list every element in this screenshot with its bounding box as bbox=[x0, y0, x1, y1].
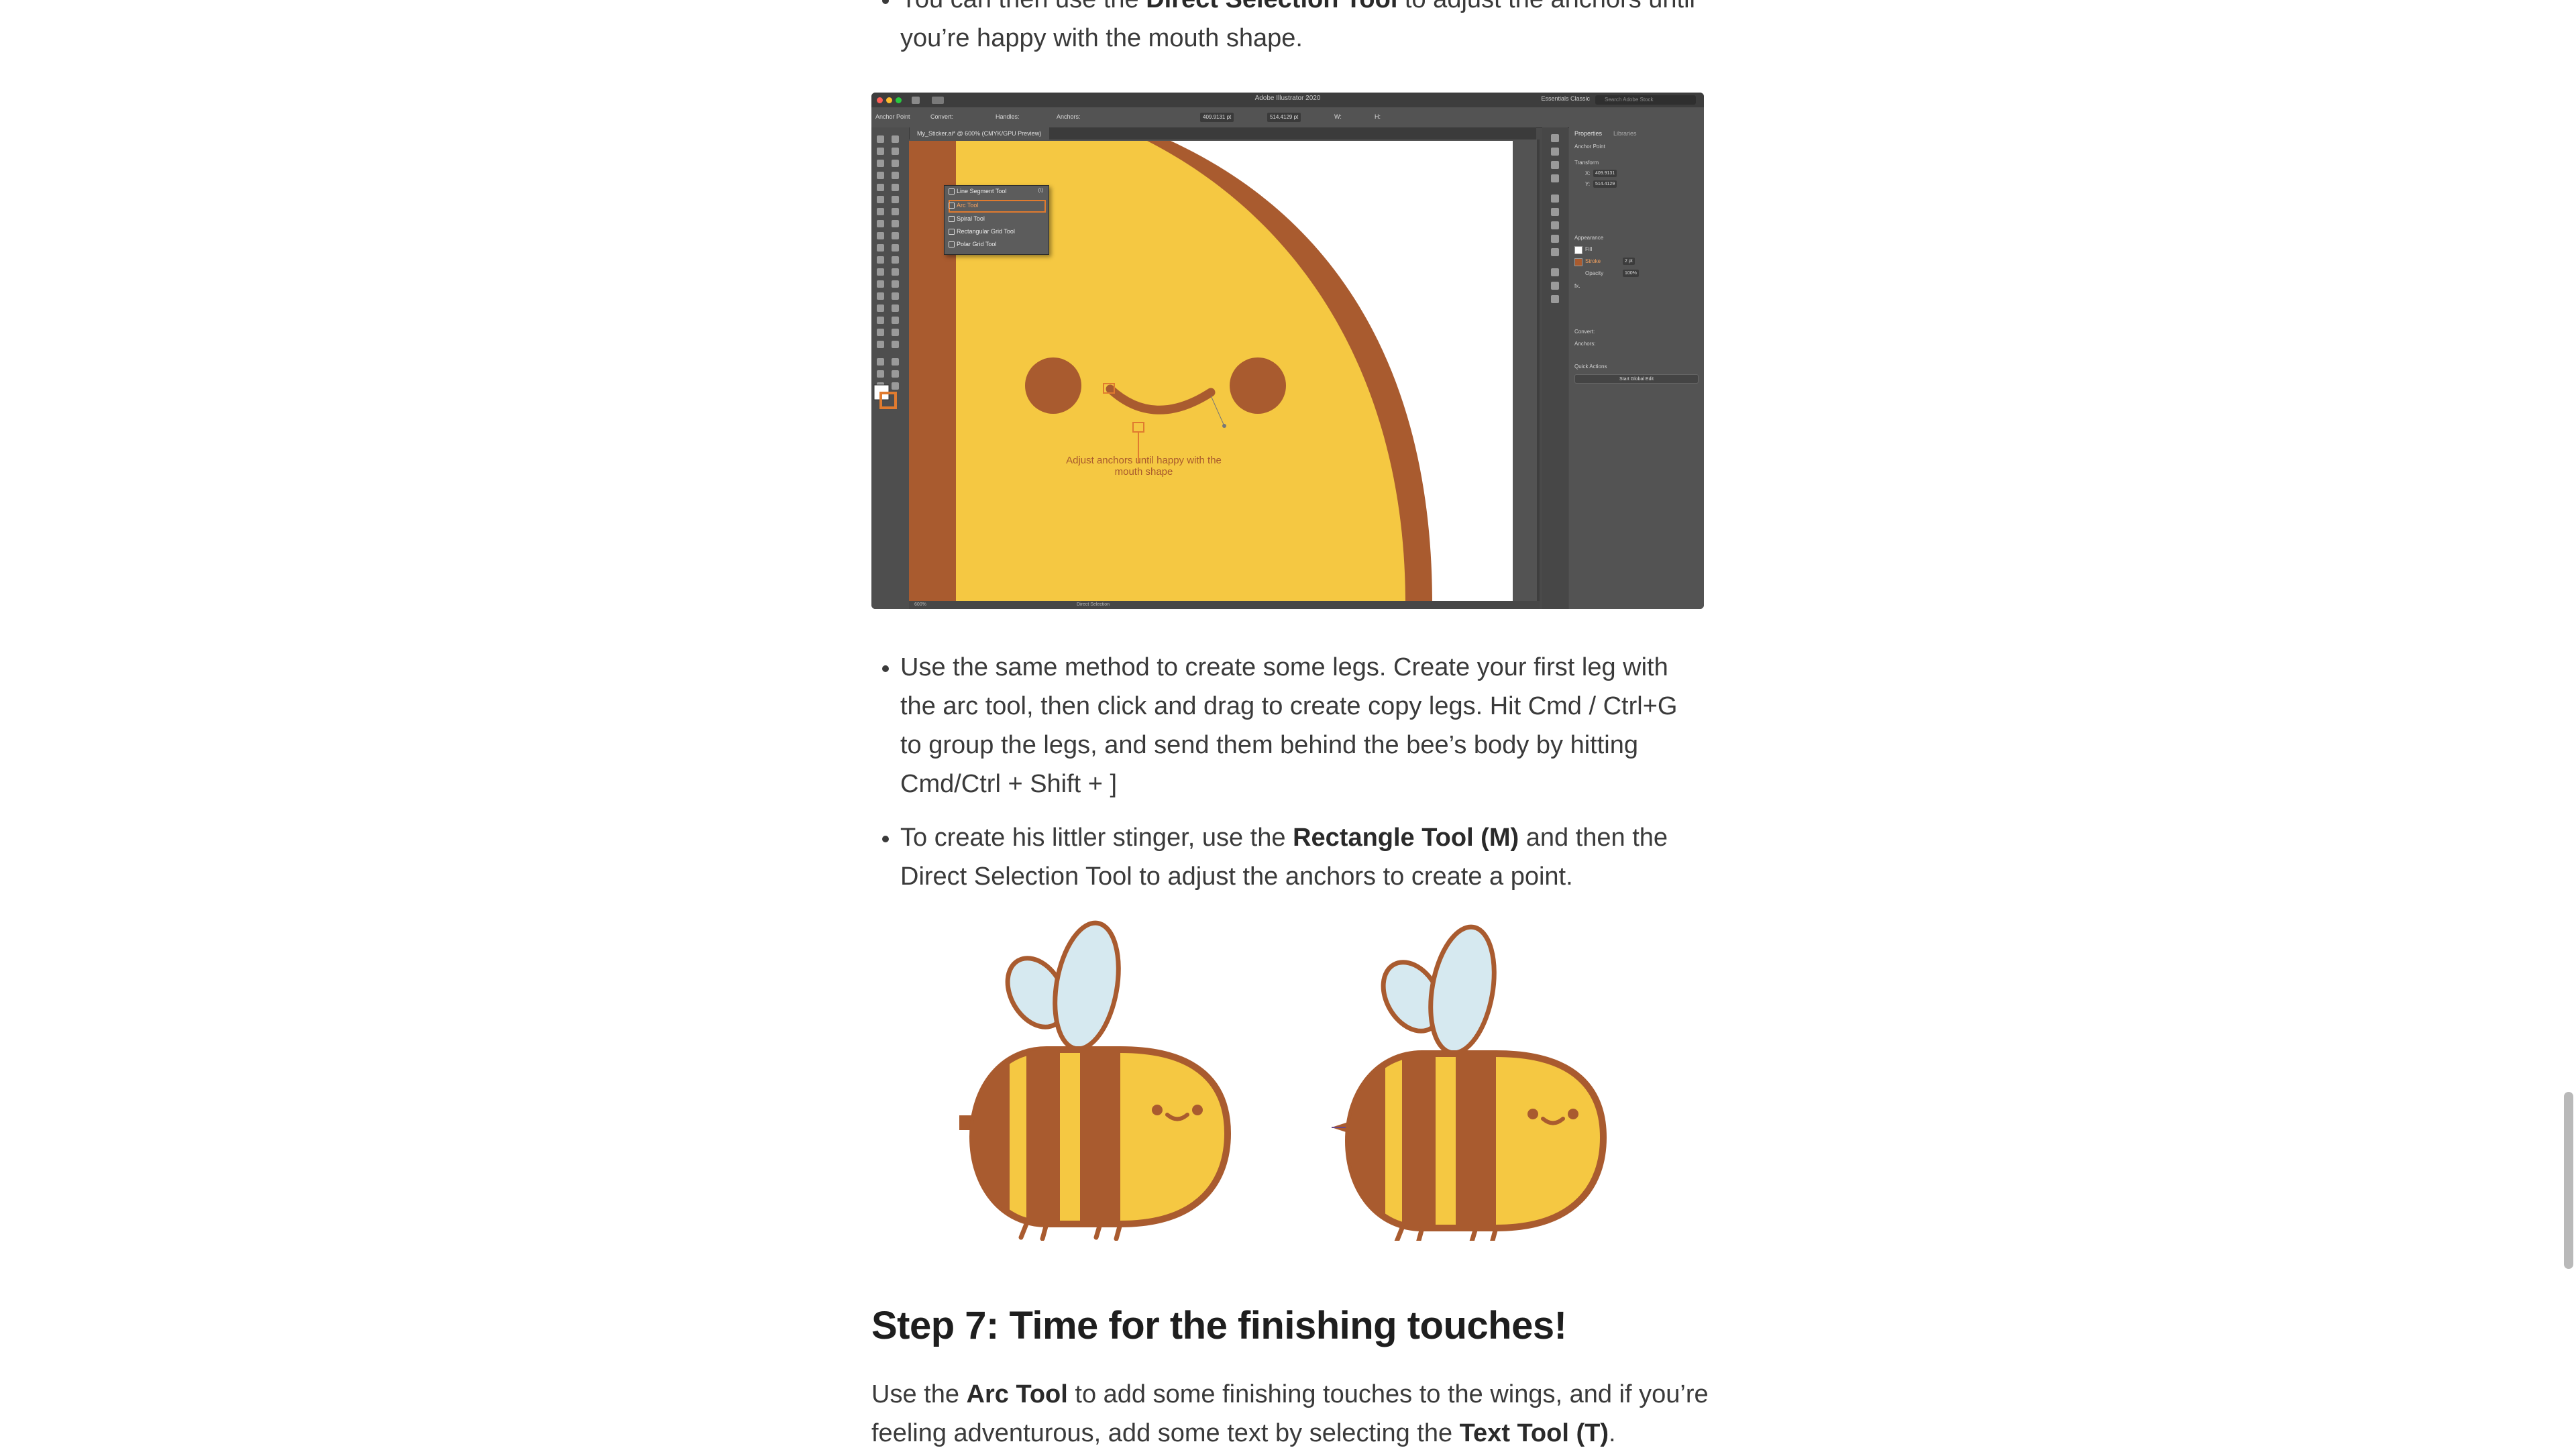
bee-left bbox=[959, 920, 1232, 1241]
list-item-bold: Direct Selection Tool bbox=[1146, 0, 1397, 13]
bullet-list-mid: Use the same method to create some legs.… bbox=[900, 648, 1705, 911]
canvas-scrollbar bbox=[1537, 140, 1540, 609]
section-paragraph: Use the Arc Tool to add some finishing t… bbox=[871, 1375, 1710, 1448]
stock-search-input: Search Adobe Stock bbox=[1595, 95, 1696, 105]
rectangular-grid-icon bbox=[949, 229, 955, 235]
list-item-text: Use the same method to create some legs.… bbox=[900, 653, 1678, 798]
paragraph-bold: Text Tool (T) bbox=[1459, 1419, 1609, 1447]
flyout-shortcut: (\) bbox=[1038, 187, 1043, 193]
h-label: H: bbox=[1375, 113, 1381, 120]
list-item: To create his littler stinger, use the R… bbox=[900, 818, 1705, 896]
panel-transform-heading: Transform bbox=[1574, 160, 1599, 166]
flyout-item-arc[interactable]: Arc Tool bbox=[957, 200, 978, 211]
panel-opacity-label: Opacity bbox=[1585, 270, 1604, 276]
y-field: 514.4129 pt bbox=[1267, 113, 1301, 122]
paragraph-text: . bbox=[1608, 1419, 1616, 1447]
tab-properties[interactable]: Properties bbox=[1574, 130, 1602, 137]
tools-panel bbox=[871, 127, 910, 609]
bullet-list-top: You can then use the Direct Selection To… bbox=[900, 0, 1705, 58]
section-heading: Step 7: Time for the finishing touches! bbox=[871, 1304, 1567, 1347]
status-zoom: 600% bbox=[914, 602, 926, 607]
panel-stroke-field[interactable]: 2 pt bbox=[1623, 258, 1635, 265]
status-tool: Direct Selection bbox=[1077, 602, 1110, 607]
panel-y-label: Y: bbox=[1585, 181, 1591, 187]
anchors-label: Anchors: bbox=[1057, 113, 1081, 120]
handles-label: Handles: bbox=[996, 113, 1020, 120]
bee-pair-art bbox=[959, 920, 1607, 1245]
fill-swatch-icon[interactable] bbox=[1574, 246, 1582, 254]
panel-convert: Convert: bbox=[1574, 329, 1595, 335]
illustrator-screenshot: Adobe Illustrator 2020 Essentials Classi… bbox=[871, 93, 1704, 609]
list-item-bold: Rectangle Tool (M) bbox=[1293, 824, 1519, 852]
list-item-text: To create his littler stinger, use the bbox=[900, 824, 1293, 852]
line-segment-icon bbox=[949, 188, 955, 194]
panel-stroke-label: Stroke bbox=[1585, 258, 1601, 264]
panel-fill-label: Fill bbox=[1585, 246, 1593, 252]
tool-icons bbox=[873, 135, 899, 409]
panel-fx[interactable]: fx. bbox=[1574, 283, 1580, 289]
scrollbar-thumb[interactable] bbox=[2564, 1092, 2573, 1269]
flyout-item-line-segment[interactable]: Line Segment Tool bbox=[957, 186, 1006, 197]
window-titlebar: Adobe Illustrator 2020 Essentials Classi… bbox=[871, 93, 1704, 107]
bees-illustration bbox=[926, 919, 1637, 1245]
list-item: Use the same method to create some legs.… bbox=[900, 648, 1705, 803]
panel-anchor-point: Anchor Point bbox=[1574, 144, 1605, 150]
flyout-item-rect-grid[interactable]: Rectangular Grid Tool bbox=[957, 226, 1015, 237]
page-scrollbar[interactable] bbox=[2559, 0, 2576, 1448]
document-tab: My_Sticker.ai* @ 600% (CMYK/GPU Preview) bbox=[909, 127, 1050, 140]
paragraph-text: Use the bbox=[871, 1380, 967, 1408]
panel-anchors: Anchors: bbox=[1574, 341, 1596, 347]
panel-x-label: X: bbox=[1585, 170, 1591, 176]
list-item: You can then use the Direct Selection To… bbox=[900, 0, 1705, 58]
convert-label: Convert: bbox=[930, 113, 954, 120]
panel-y-field[interactable]: 514.4129 bbox=[1593, 180, 1617, 188]
properties-panel: Properties Libraries Anchor Point Transf… bbox=[1569, 127, 1704, 609]
w-label: W: bbox=[1334, 113, 1342, 120]
annotation-text: Adjust anchors until happy with the mout… bbox=[1066, 455, 1222, 478]
tool-flyout-menu: Line Segment Tool (\) Arc Tool Spiral To… bbox=[944, 185, 1049, 255]
spiral-icon bbox=[949, 216, 955, 222]
panel-appearance-heading: Appearance bbox=[1574, 235, 1604, 241]
panel-quick-actions: Quick Actions bbox=[1574, 364, 1607, 370]
arc-icon bbox=[949, 203, 955, 209]
panel-x-field[interactable]: 409.9131 bbox=[1593, 170, 1617, 177]
panel-icon-strip bbox=[1542, 127, 1568, 609]
canvas-area: Adjust anchors until happy with the mout… bbox=[909, 140, 1540, 609]
polar-grid-icon bbox=[949, 241, 955, 247]
anchor-point-label: Anchor Point bbox=[875, 113, 910, 120]
list-item-text: You can then use the bbox=[900, 0, 1146, 13]
document-tabbar: My_Sticker.ai* @ 600% (CMYK/GPU Preview) bbox=[909, 127, 1536, 140]
workspace-switcher: Essentials Classic bbox=[1541, 95, 1590, 102]
control-bar: Anchor Point Convert: Handles: Anchors: … bbox=[871, 107, 1704, 128]
stroke-swatch-icon[interactable] bbox=[1574, 258, 1582, 266]
x-field: 409.9131 pt bbox=[1200, 113, 1234, 122]
start-global-edit-button[interactable]: Start Global Edit bbox=[1574, 374, 1699, 384]
status-bar: 600% Direct Selection bbox=[909, 601, 1540, 609]
tab-libraries[interactable]: Libraries bbox=[1613, 130, 1637, 137]
panel-opacity-field[interactable]: 100% bbox=[1623, 270, 1639, 277]
article-content: You can then use the Direct Selection To… bbox=[0, 0, 2576, 1448]
paragraph-bold: Arc Tool bbox=[966, 1380, 1068, 1408]
flyout-item-polar-grid[interactable]: Polar Grid Tool bbox=[957, 239, 996, 249]
bee-right bbox=[1332, 924, 1607, 1245]
panel-icons bbox=[1551, 134, 1559, 303]
flyout-item-spiral[interactable]: Spiral Tool bbox=[957, 213, 985, 224]
